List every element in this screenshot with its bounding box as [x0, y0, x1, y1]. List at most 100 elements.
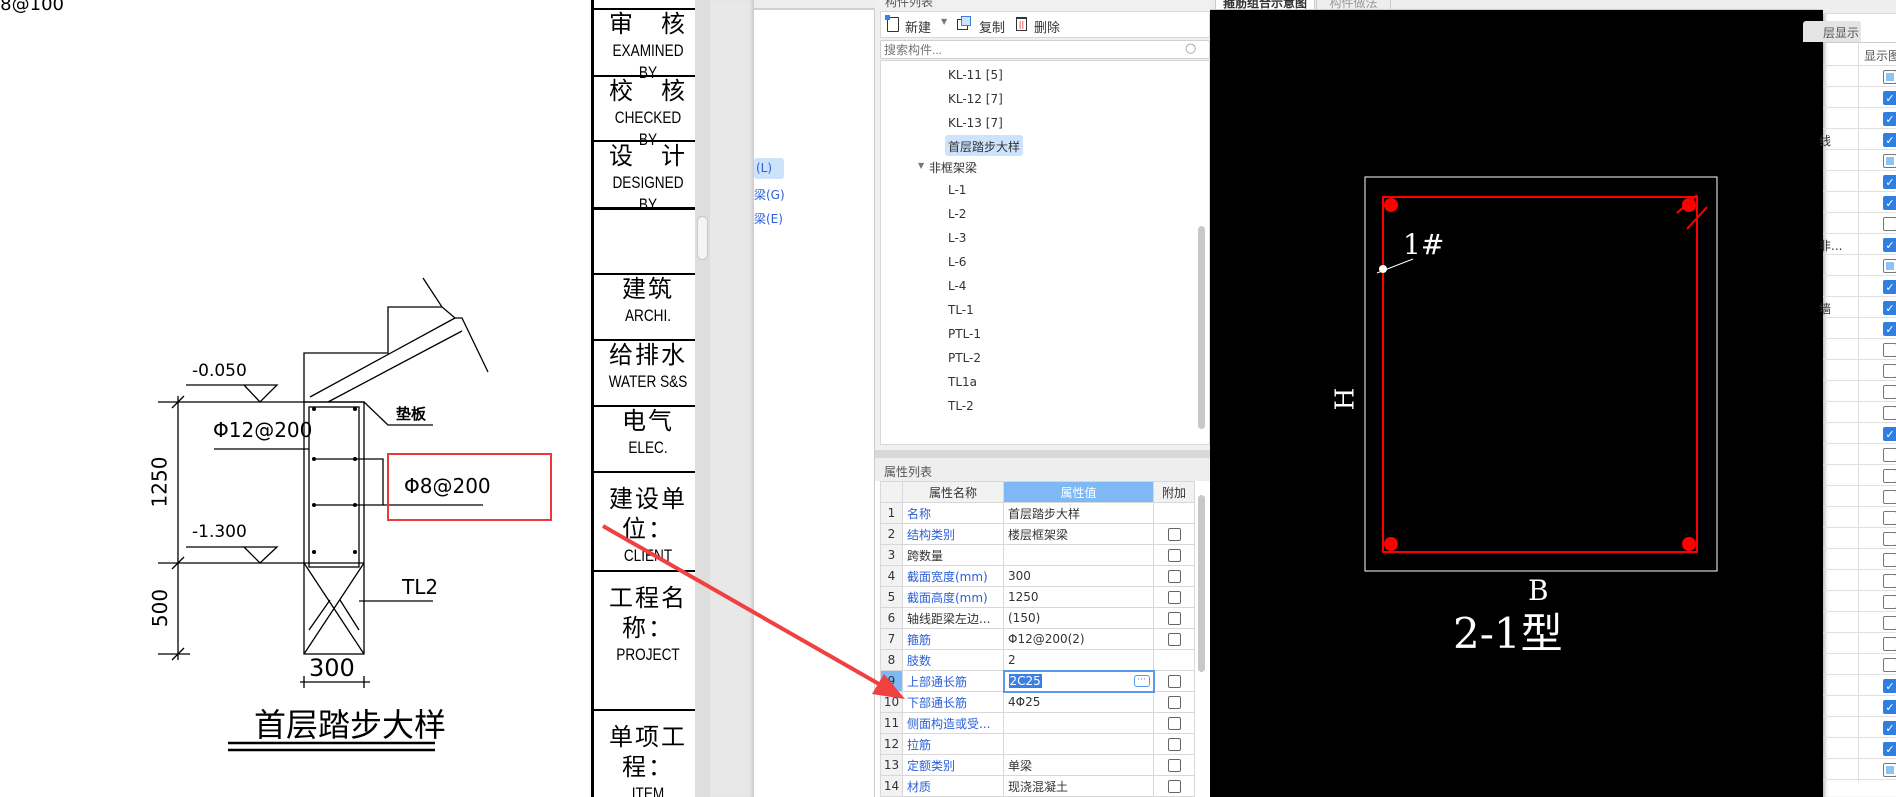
property-value-input[interactable]: 2C25: [1008, 674, 1042, 688]
layer-row[interactable]: ✓: [1823, 717, 1896, 738]
layer-checkbox[interactable]: [1883, 574, 1896, 588]
layer-row[interactable]: ✓: [1823, 423, 1896, 444]
property-row[interactable]: 6 轴线距梁左边... (150): [880, 607, 1195, 629]
extra-checkbox[interactable]: [1167, 528, 1181, 541]
layer-checkbox[interactable]: ✓: [1883, 196, 1896, 210]
layer-checkbox[interactable]: [1883, 154, 1896, 168]
layer-checkbox[interactable]: [1883, 448, 1896, 462]
property-value[interactable]: 楼层框架梁: [1003, 523, 1154, 545]
component-search-input[interactable]: [880, 40, 1210, 59]
layer-row[interactable]: [1823, 612, 1896, 633]
layer-row[interactable]: [1823, 381, 1896, 402]
property-row[interactable]: 4 截面宽度(mm) 300: [880, 565, 1195, 587]
layer-row[interactable]: ✓: [1823, 108, 1896, 129]
layer-row[interactable]: ✓: [1823, 192, 1896, 213]
tab-layer-display[interactable]: 层显示: [1803, 21, 1861, 42]
layer-checkbox[interactable]: [1883, 343, 1896, 357]
property-row[interactable]: 3 跨数量: [880, 544, 1195, 566]
layer-checkbox[interactable]: [1883, 217, 1896, 231]
property-value[interactable]: [1003, 544, 1154, 566]
layer-checkbox[interactable]: [1883, 259, 1896, 273]
layer-checkbox[interactable]: ✓: [1883, 742, 1896, 756]
extra-checkbox[interactable]: [1167, 633, 1181, 646]
layer-checkbox[interactable]: ✓: [1883, 91, 1896, 105]
property-value[interactable]: Φ12@200(2): [1003, 628, 1154, 650]
layer-checkbox[interactable]: [1883, 406, 1896, 420]
property-row[interactable]: 9 上部通长筋 2C25 ···: [880, 669, 1195, 693]
layer-row[interactable]: [1823, 339, 1896, 360]
layer-row[interactable]: [1823, 150, 1896, 171]
property-value[interactable]: 1250: [1003, 586, 1154, 608]
layer-checkbox[interactable]: ✓: [1883, 175, 1896, 189]
layer-row[interactable]: [1823, 255, 1896, 276]
new-button[interactable]: 新建: [905, 17, 931, 36]
layer-checkbox[interactable]: [1883, 532, 1896, 546]
copy-button[interactable]: 复制: [979, 17, 1005, 36]
layer-row[interactable]: [1823, 66, 1896, 87]
layer-checkbox[interactable]: [1883, 763, 1896, 777]
layer-row[interactable]: [1823, 213, 1896, 234]
layer-row[interactable]: [1823, 570, 1896, 591]
tree-item[interactable]: L-4: [948, 279, 966, 293]
property-row[interactable]: 10 下部通长筋 4Φ25: [880, 691, 1195, 713]
extra-checkbox[interactable]: [1167, 612, 1181, 625]
property-row[interactable]: 7 箍筋 Φ12@200(2): [880, 628, 1195, 650]
layer-row[interactable]: ✓: [1823, 738, 1896, 759]
tree-item[interactable]: TL1a: [948, 375, 977, 389]
tree-item[interactable]: L-3: [948, 231, 966, 245]
layer-checkbox[interactable]: ✓: [1883, 700, 1896, 714]
layer-row[interactable]: ✓: [1823, 675, 1896, 696]
tree-item-selected[interactable]: 首层踏步大样: [945, 135, 1024, 156]
property-row[interactable]: 11 侧面构造或受...: [880, 712, 1195, 734]
layer-checkbox[interactable]: ✓: [1883, 280, 1896, 294]
extra-checkbox[interactable]: [1167, 675, 1181, 688]
property-value[interactable]: 4Φ25: [1003, 691, 1154, 713]
layer-row[interactable]: ✓: [1823, 276, 1896, 297]
layer-row[interactable]: [1823, 549, 1896, 570]
layer-checkbox[interactable]: ✓: [1883, 679, 1896, 693]
rebar-diagram-viewer[interactable]: 箍筋组合示意图 构件做法 1# H B 2-1型: [1210, 0, 1823, 797]
tree-item[interactable]: TL-1: [948, 303, 974, 317]
layer-row[interactable]: [1823, 402, 1896, 423]
layer-checkbox[interactable]: [1883, 364, 1896, 378]
property-row[interactable]: 2 结构类别 楼层框架梁: [880, 523, 1195, 545]
layer-checkbox[interactable]: [1883, 658, 1896, 672]
tree-item[interactable]: TL-2: [948, 399, 974, 413]
extra-checkbox[interactable]: [1167, 780, 1181, 793]
property-row[interactable]: 1 名称 首层踏步大样: [880, 502, 1195, 524]
cad-scrollbar-thumb[interactable]: [697, 216, 708, 260]
tree-item[interactable]: L-6: [948, 255, 966, 269]
property-row[interactable]: 14 材质 现浇混凝土: [880, 775, 1195, 797]
property-row[interactable]: 12 拉筋: [880, 733, 1195, 755]
tree-item[interactable]: 梁(G): [754, 186, 785, 203]
tree-item[interactable]: (L): [754, 158, 784, 179]
layer-checkbox[interactable]: ✓: [1883, 427, 1896, 441]
layer-row[interactable]: ✓: [1823, 171, 1896, 192]
layer-row[interactable]: [1823, 486, 1896, 507]
layer-row[interactable]: [1823, 444, 1896, 465]
cad-scrollbar[interactable]: [695, 0, 710, 797]
property-value[interactable]: 现浇混凝土: [1003, 775, 1154, 797]
layer-row[interactable]: [1823, 507, 1896, 528]
tree-item[interactable]: 梁(E): [754, 210, 783, 227]
layer-checkbox[interactable]: [1883, 469, 1896, 483]
property-row[interactable]: 8 肢数 2: [880, 649, 1195, 671]
extra-checkbox[interactable]: [1167, 759, 1181, 772]
layer-checkbox[interactable]: [1883, 70, 1896, 84]
property-row[interactable]: 5 截面高度(mm) 1250: [880, 586, 1195, 608]
extra-checkbox[interactable]: [1167, 717, 1181, 730]
layer-row[interactable]: ✓: [1823, 696, 1896, 717]
extra-checkbox[interactable]: [1167, 696, 1181, 709]
layer-row[interactable]: [1823, 465, 1896, 486]
property-row[interactable]: 13 定额类别 单梁: [880, 754, 1195, 776]
extra-checkbox[interactable]: [1167, 738, 1181, 751]
tree-item[interactable]: KL-13 [7]: [948, 116, 1003, 130]
layer-row[interactable]: [1823, 591, 1896, 612]
layer-row[interactable]: [1823, 759, 1896, 780]
extra-checkbox[interactable]: [1167, 549, 1181, 562]
layer-checkbox[interactable]: [1883, 616, 1896, 630]
layer-row[interactable]: [1823, 654, 1896, 675]
cad-drawing-canvas[interactable]: Φ8@100 -0.050: [0, 0, 695, 797]
layer-row[interactable]: ✓: [1823, 87, 1896, 108]
layer-row[interactable]: ✓: [1823, 318, 1896, 339]
